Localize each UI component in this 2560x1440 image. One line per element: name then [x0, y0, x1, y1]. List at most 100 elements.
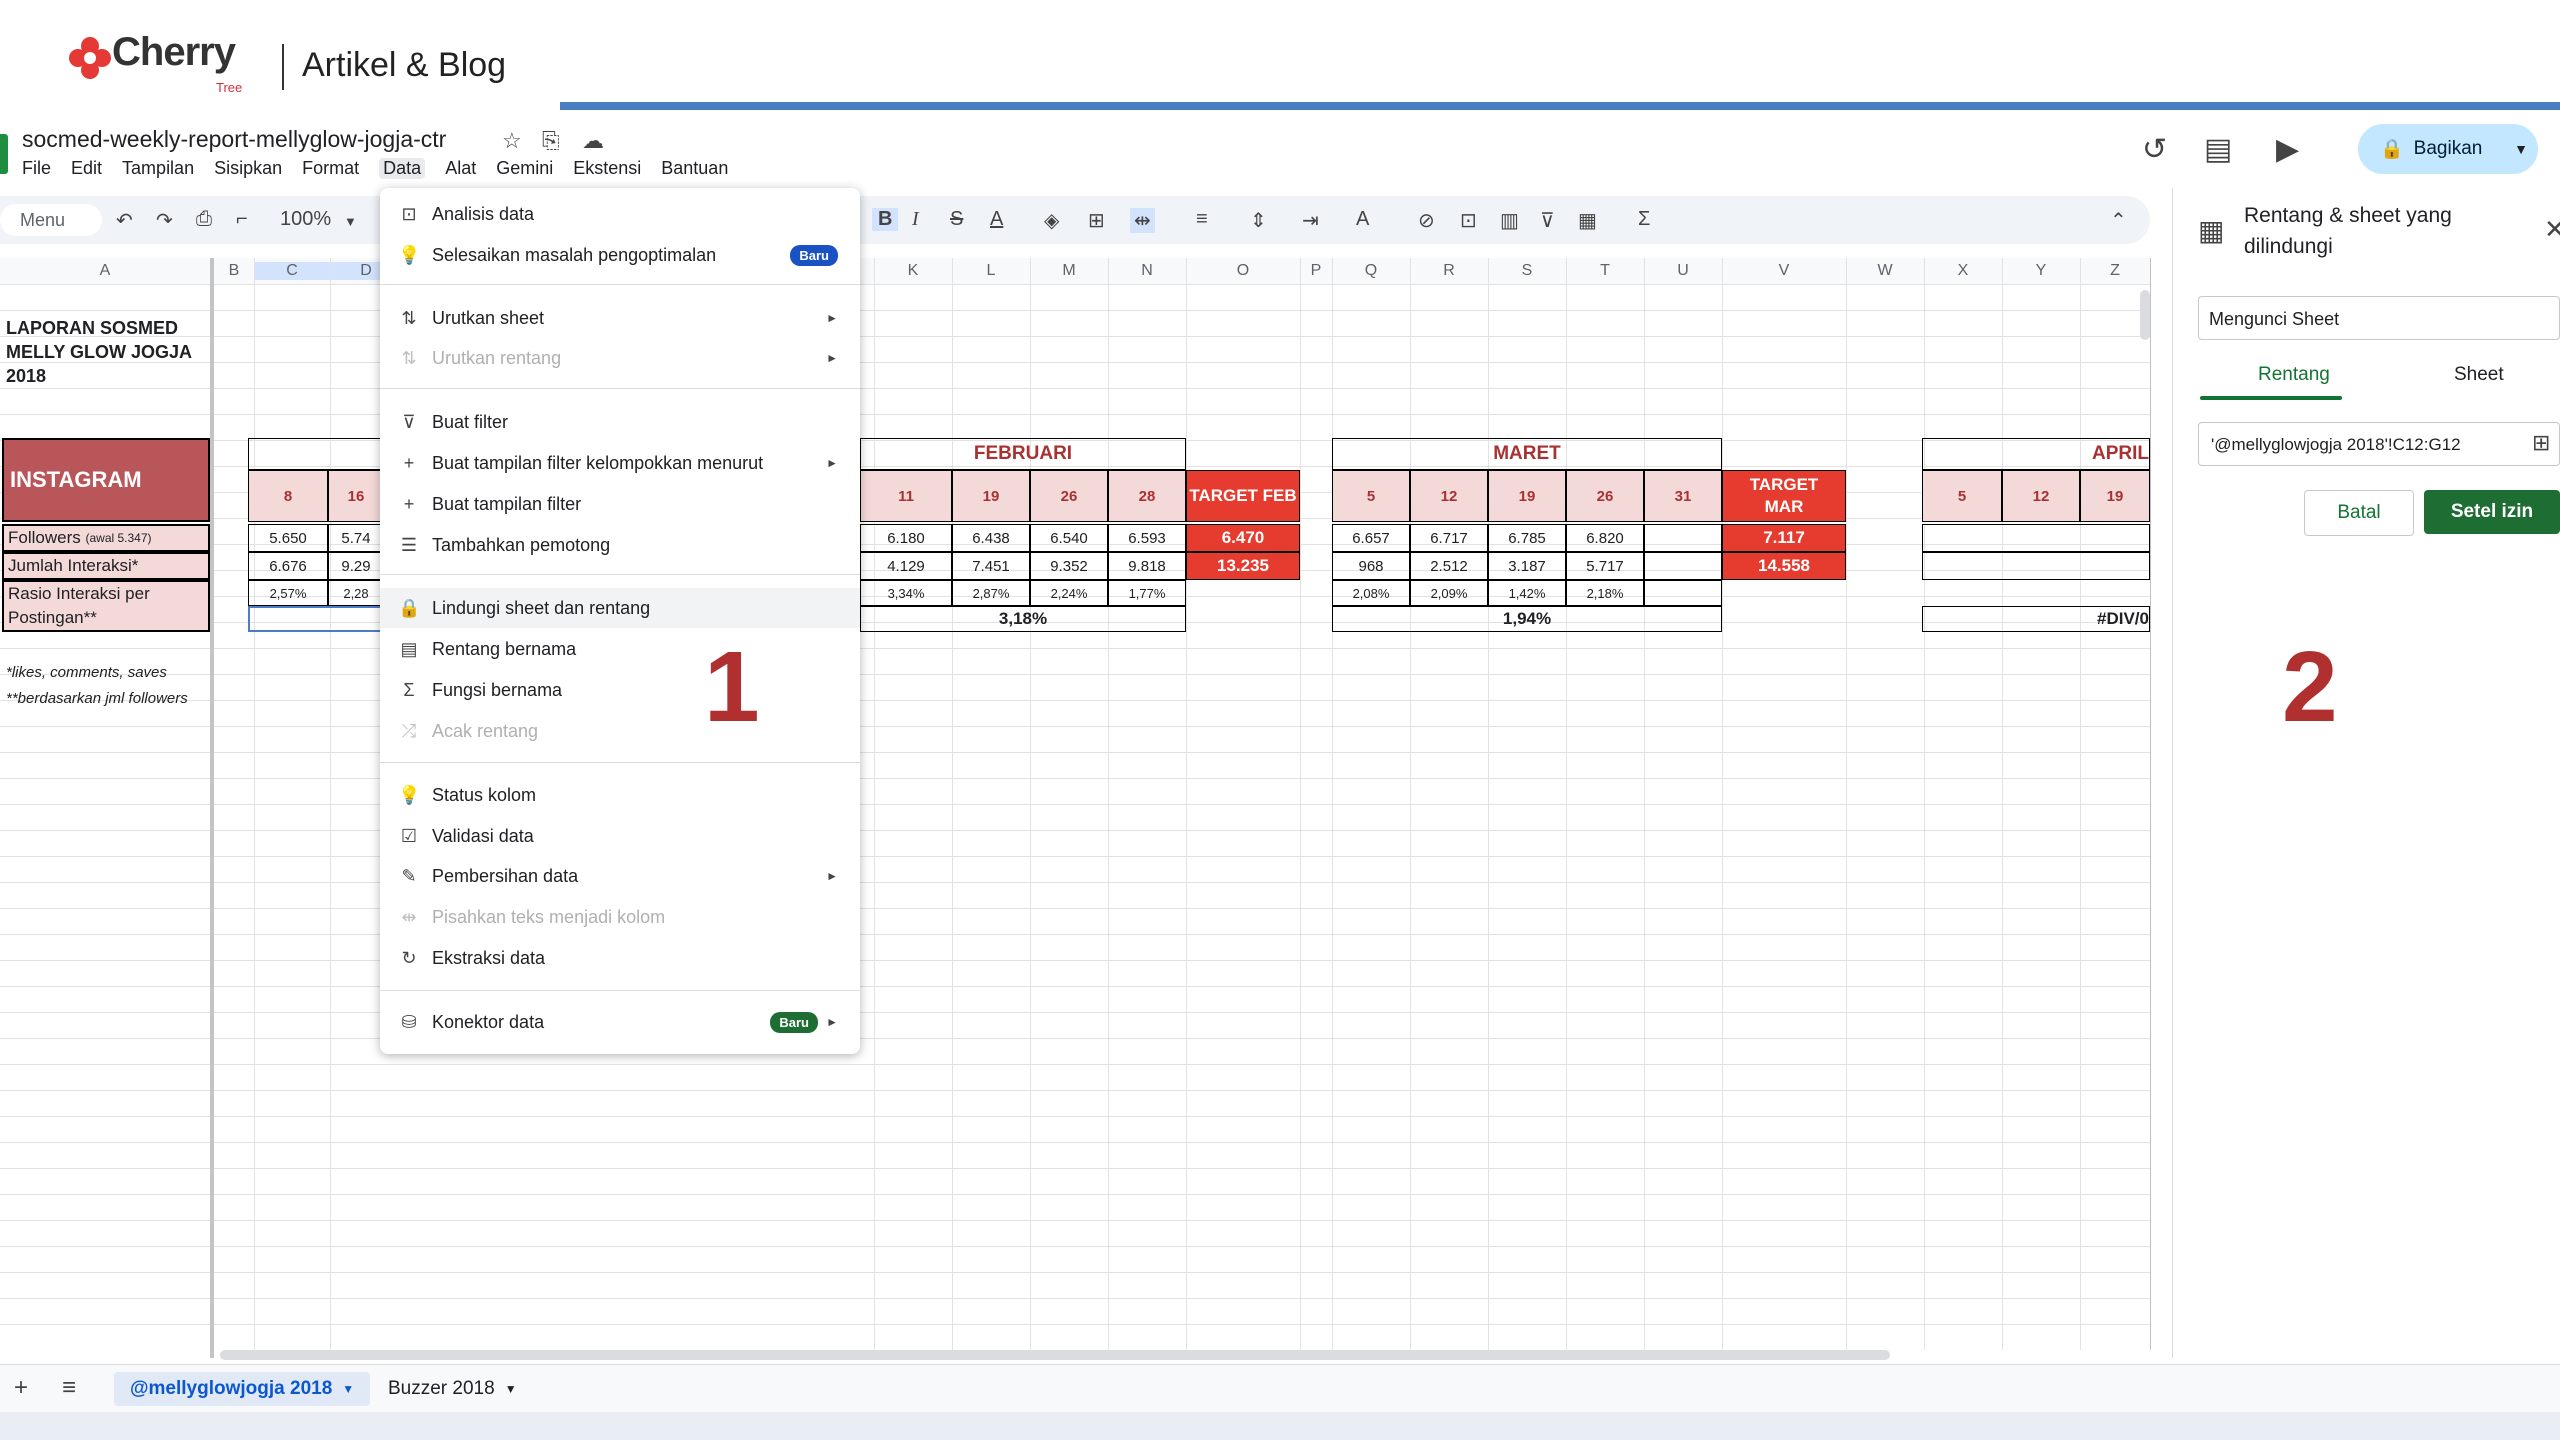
vertical-align-icon[interactable]: ⇕	[1250, 208, 1267, 233]
merge-cells-icon[interactable]: ⇹	[1130, 208, 1155, 233]
col-header[interactable]: L	[952, 262, 1030, 280]
version-history-icon[interactable]: ↺	[2142, 132, 2167, 167]
col-header[interactable]: V	[1722, 262, 1846, 280]
meet-icon[interactable]: ▶	[2276, 132, 2299, 167]
target-cell[interactable]: 6.470	[1186, 524, 1300, 552]
date-cell[interactable]: 5	[1922, 470, 2002, 522]
col-header[interactable]: W	[1846, 262, 1924, 280]
col-header[interactable]: T	[1566, 262, 1644, 280]
data-cell[interactable]: 3.187	[1488, 552, 1566, 580]
row-label-followers[interactable]: Followers (awal 5.347)	[2, 524, 210, 552]
close-icon[interactable]: ✕	[2544, 214, 2560, 245]
range-input[interactable]: '@mellyglowjogja 2018'!C12:G12	[2198, 422, 2560, 466]
col-header[interactable]: S	[1488, 262, 1566, 280]
date-cell[interactable]: 16	[328, 470, 384, 522]
footnote[interactable]: *likes, comments, saves	[6, 664, 167, 681]
cancel-button[interactable]: Batal	[2304, 490, 2414, 536]
target-header[interactable]: TARGET FEB	[1186, 470, 1300, 522]
data-cell[interactable]: 2,28	[328, 580, 384, 606]
col-header[interactable]: M	[1030, 262, 1108, 280]
data-cell[interactable]: 9.818	[1108, 552, 1186, 580]
menu-view[interactable]: Tampilan	[122, 158, 194, 179]
month-header-jan[interactable]	[248, 438, 384, 470]
month-header-feb[interactable]: FEBRUARI	[860, 438, 1186, 470]
menu-item-sort-sheet[interactable]: ⇅ Urutkan sheet ►	[380, 298, 860, 338]
comment-icon[interactable]: ⊡	[1460, 208, 1477, 233]
col-header[interactable]: B	[214, 262, 254, 280]
col-header[interactable]: Q	[1332, 262, 1410, 280]
col-header[interactable]: U	[1644, 262, 1722, 280]
menu-edit[interactable]: Edit	[71, 158, 102, 179]
data-cell[interactable]: 4.129	[860, 552, 952, 580]
month-header-mar[interactable]: MARET	[1332, 438, 1722, 470]
paint-format-icon[interactable]: ⌐	[236, 208, 248, 231]
comments-icon[interactable]: ▤	[2204, 132, 2232, 167]
target-cell[interactable]: 14.558	[1722, 552, 1846, 580]
date-cell[interactable]: 26	[1030, 470, 1108, 522]
report-title[interactable]: LAPORAN SOSMED MELLY GLOW JOGJA 2018	[6, 316, 206, 388]
date-cell[interactable]: 12	[1410, 470, 1488, 522]
menu-item-named-functions[interactable]: Σ Fungsi bernama	[380, 670, 860, 710]
average-cell[interactable]: #DIV/0	[1922, 606, 2150, 632]
italic-icon[interactable]: I	[912, 208, 919, 231]
target-header[interactable]: TARGET MAR	[1722, 470, 1846, 522]
description-input[interactable]: Mengunci Sheet	[2198, 296, 2560, 340]
average-cell[interactable]: 1,94%	[1332, 606, 1722, 632]
menu-item-filter-view[interactable]: + Buat tampilan filter	[380, 484, 860, 524]
data-cell[interactable]: 6.717	[1410, 524, 1488, 552]
data-cell[interactable]: 6.540	[1030, 524, 1108, 552]
month-header-apr[interactable]: APRIL	[1922, 438, 2150, 470]
frozen-column-divider[interactable]	[210, 258, 214, 1358]
data-cell[interactable]: 6.785	[1488, 524, 1566, 552]
data-cell[interactable]: 6.820	[1566, 524, 1644, 552]
menu-item-named-ranges[interactable]: ▤ Rentang bernama	[380, 629, 860, 669]
move-folder-icon[interactable]: ⎘	[542, 128, 560, 154]
selected-range[interactable]	[248, 606, 384, 632]
date-cell[interactable]: 8	[248, 470, 328, 522]
text-rotate-icon[interactable]: A	[1356, 208, 1369, 231]
data-cell[interactable]: 968	[1332, 552, 1410, 580]
chart-icon[interactable]: ▥	[1500, 208, 1519, 233]
target-cell[interactable]: 13.235	[1186, 552, 1300, 580]
data-cell[interactable]: 2,09%	[1410, 580, 1488, 606]
print-icon[interactable]: ⎙	[196, 208, 212, 231]
data-cell[interactable]: 5.650	[248, 524, 328, 552]
horizontal-scrollbar[interactable]	[220, 1350, 1890, 1360]
date-cell[interactable]: 28	[1108, 470, 1186, 522]
data-cell[interactable]: 6.657	[1332, 524, 1410, 552]
zoom-select[interactable]: 100%	[280, 208, 331, 231]
data-cell[interactable]: 3,34%	[860, 580, 952, 606]
menu-item-add-slicer[interactable]: ☰ Tambahkan pemotong	[380, 525, 860, 565]
filter-icon[interactable]: ⊽	[1540, 208, 1555, 233]
data-cell[interactable]	[1644, 580, 1722, 606]
menu-format[interactable]: Format	[302, 158, 359, 179]
data-cell[interactable]	[1922, 552, 2150, 580]
tab-range[interactable]: Rentang	[2258, 364, 2330, 386]
data-cell[interactable]	[1922, 524, 2150, 552]
data-cell[interactable]: 6.676	[248, 552, 328, 580]
data-cell[interactable]: 1,42%	[1488, 580, 1566, 606]
all-sheets-icon[interactable]: ≡	[62, 1374, 76, 1402]
col-header[interactable]: Z	[2080, 262, 2150, 280]
row-label-ratio[interactable]: Rasio Interaksi per Postingan**	[2, 580, 210, 632]
redo-icon[interactable]: ↷	[156, 208, 173, 233]
data-cell[interactable]: 2,18%	[1566, 580, 1644, 606]
menu-item-data-connectors[interactable]: ⛁ Konektor data Baru ►	[380, 1002, 860, 1042]
menu-gemini[interactable]: Gemini	[496, 158, 553, 179]
cloud-status-icon[interactable]: ☁	[582, 128, 604, 154]
data-cell[interactable]: 5.717	[1566, 552, 1644, 580]
data-cell[interactable]: 2.512	[1410, 552, 1488, 580]
date-cell[interactable]: 12	[2002, 470, 2080, 522]
data-cell[interactable]: 6.593	[1108, 524, 1186, 552]
row-label-interactions[interactable]: Jumlah Interaksi*	[2, 552, 210, 580]
col-header[interactable]: N	[1108, 262, 1186, 280]
undo-icon[interactable]: ↶	[116, 208, 133, 233]
data-cell[interactable]: 6.180	[860, 524, 952, 552]
date-cell[interactable]: 5	[1332, 470, 1410, 522]
date-cell[interactable]: 19	[1488, 470, 1566, 522]
data-cell[interactable]: 9.352	[1030, 552, 1108, 580]
col-header[interactable]: P	[1300, 262, 1332, 280]
data-cell[interactable]: 1,77%	[1108, 580, 1186, 606]
align-icon[interactable]: ≡	[1196, 208, 1208, 231]
zoom-caret-icon[interactable]: ▼	[344, 214, 357, 229]
